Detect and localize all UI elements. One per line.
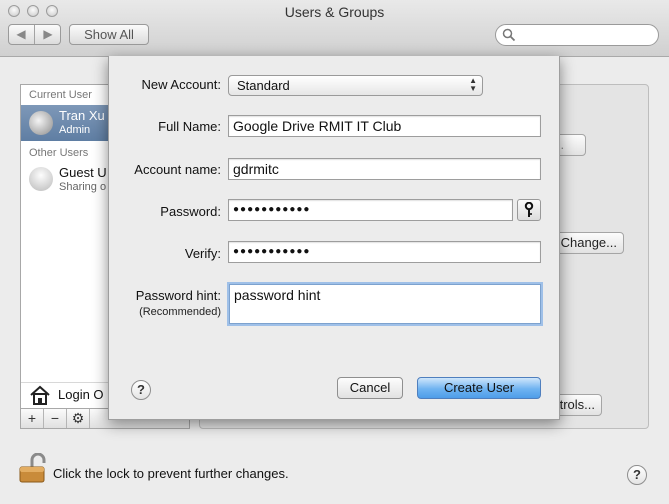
password-hint-field[interactable]: password hint <box>229 284 541 324</box>
forward-arrow-icon[interactable]: ▶ <box>36 27 60 41</box>
password-field[interactable]: ●●●●●●●●●●● <box>228 199 513 221</box>
account-type-select[interactable]: Standard ▲ ▼ <box>228 75 483 96</box>
guest-user-status: Sharing o <box>59 181 107 193</box>
footer-help-button[interactable]: ? <box>627 465 647 485</box>
new-account-sheet: New Account: Standard ▲ ▼ Full Name: Goog… <box>108 56 560 420</box>
verify-label: Verify: <box>184 246 221 261</box>
title-bar: Users & Groups ◀ ▶ Show All <box>0 0 669 57</box>
sheet-help-button[interactable]: ? <box>131 380 151 400</box>
account-name-field[interactable]: gdrmitc <box>228 158 541 180</box>
key-icon <box>524 202 534 217</box>
current-user-header: Current User <box>29 89 92 101</box>
account-type-value: Standard <box>237 78 290 93</box>
new-account-label: New Account: <box>141 77 222 92</box>
remove-user-button[interactable]: − <box>44 409 67 428</box>
password-hint-label: Password hint: <box>135 288 221 303</box>
current-user-name: Tran Xu <box>59 108 105 123</box>
full-name-label: Full Name: <box>158 119 221 134</box>
lock-message: Click the lock to prevent further change… <box>53 466 289 481</box>
other-users-header: Other Users <box>29 147 89 159</box>
search-field[interactable] <box>495 24 659 46</box>
password-assistant-button[interactable] <box>517 199 541 221</box>
add-user-button[interactable]: + <box>21 409 44 428</box>
login-options-label: Login O <box>58 387 104 402</box>
verify-field[interactable]: ●●●●●●●●●●● <box>228 241 541 263</box>
gear-icon[interactable]: ⚙ <box>67 409 90 428</box>
search-icon <box>502 28 516 42</box>
password-hint-sublabel: (Recommended) <box>139 306 221 318</box>
window-title: Users & Groups <box>284 4 385 20</box>
show-all-button[interactable]: Show All <box>69 24 149 45</box>
current-user-role: Admin <box>59 124 91 136</box>
full-name-field[interactable]: Google Drive RMIT IT Club <box>228 115 541 137</box>
chevron-updown-icon: ▲ ▼ <box>469 76 477 93</box>
house-icon <box>30 385 50 405</box>
create-user-button[interactable]: Create User <box>417 377 541 399</box>
lock-open-icon[interactable] <box>18 453 46 483</box>
guest-avatar <box>29 167 53 191</box>
guest-user-name: Guest U <box>59 165 107 180</box>
account-name-label: Account name: <box>134 162 221 177</box>
avatar <box>29 111 53 135</box>
back-arrow-icon[interactable]: ◀ <box>9 27 33 41</box>
back-forward-control: ◀ ▶ <box>8 24 61 45</box>
password-label: Password: <box>160 204 221 219</box>
cancel-button[interactable]: Cancel <box>337 377 403 399</box>
